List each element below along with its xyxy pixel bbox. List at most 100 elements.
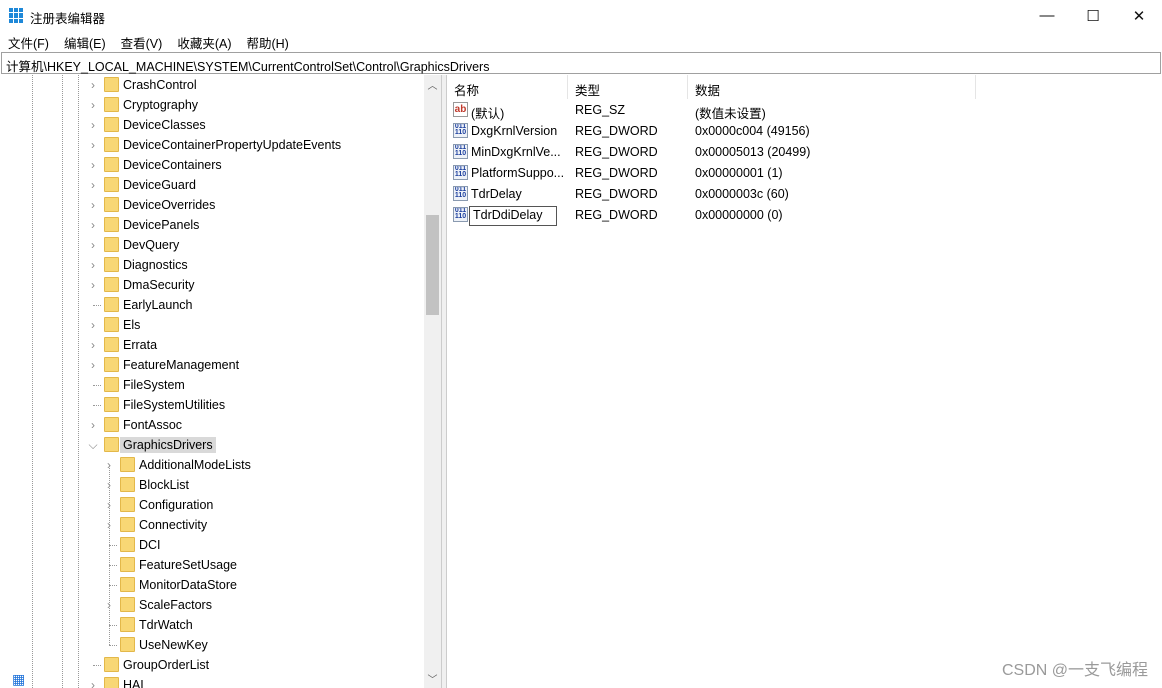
tree-node[interactable]: › Configuration	[0, 495, 424, 515]
folder-icon	[104, 297, 119, 312]
chevron-right-icon[interactable]: ›	[87, 178, 99, 192]
tree-node[interactable]: › DeviceClasses	[0, 115, 424, 135]
tree-node[interactable]: TdrWatch	[0, 615, 424, 635]
menu-file[interactable]: 文件(F)	[0, 31, 56, 51]
value-row[interactable]: 011 110 TdrDelay REG_DWORD 0x0000003c (60…	[447, 184, 1147, 205]
tree-node[interactable]: › DevQuery	[0, 235, 424, 255]
chevron-right-icon[interactable]: ›	[87, 258, 99, 272]
address-bar[interactable]: 计算机\HKEY_LOCAL_MACHINE\SYSTEM\CurrentCon…	[1, 52, 1161, 74]
folder-icon	[104, 317, 119, 332]
registry-editor-icon	[9, 8, 24, 23]
chevron-right-icon[interactable]: ›	[87, 198, 99, 212]
maximize-button[interactable]: ☐	[1070, 0, 1116, 31]
value-name: TdrDelay	[471, 187, 522, 201]
folder-icon	[104, 437, 119, 452]
tree-node-label: BlockList	[139, 478, 190, 492]
taskbar-start-icon[interactable]: ▦	[0, 668, 31, 688]
tree-node[interactable]: › DeviceOverrides	[0, 195, 424, 215]
tree-node-label: DeviceClasses	[123, 118, 206, 132]
value-name: DxgKrnlVersion	[471, 124, 558, 138]
chevron-right-icon[interactable]: ›	[87, 338, 99, 352]
column-header-name[interactable]: 名称	[447, 75, 568, 99]
chevron-down-icon[interactable]: ⌵	[87, 438, 99, 453]
tree-node[interactable]: FileSystem	[0, 375, 424, 395]
close-button[interactable]: ✕	[1116, 0, 1162, 31]
chevron-right-icon[interactable]: ›	[87, 98, 99, 112]
value-data: 0x00000001 (1)	[695, 166, 783, 180]
tree-node[interactable]: › DevicePanels	[0, 215, 424, 235]
folder-icon	[104, 77, 119, 92]
tree-node[interactable]: › AdditionalModeLists	[0, 455, 424, 475]
chevron-right-icon[interactable]: ›	[87, 78, 99, 92]
chevron-right-icon[interactable]: ›	[87, 278, 99, 292]
tree-node[interactable]: GroupOrderList	[0, 655, 424, 675]
folder-icon	[120, 477, 135, 492]
tree-node-label: Configuration	[139, 498, 214, 512]
chevron-right-icon[interactable]: ›	[87, 118, 99, 132]
tree-node-label: HAL	[123, 678, 148, 688]
tree-node[interactable]: › DmaSecurity	[0, 275, 424, 295]
chevron-right-icon[interactable]: ›	[87, 418, 99, 432]
tree-node[interactable]: › Diagnostics	[0, 255, 424, 275]
tree-node[interactable]: › Cryptography	[0, 95, 424, 115]
binary-value-icon: 011 110	[453, 207, 468, 222]
folder-icon	[104, 337, 119, 352]
value-row[interactable]: 011 110 MinDxgKrnlVe... REG_DWORD 0x00005…	[447, 142, 1147, 163]
tree-scrollbar[interactable]: ︿ ﹀	[424, 75, 441, 688]
scroll-down-icon[interactable]: ﹀	[424, 671, 441, 686]
menu-edit[interactable]: 编辑(E)	[56, 31, 113, 51]
folder-icon	[104, 197, 119, 212]
tree-node[interactable]: MonitorDataStore	[0, 575, 424, 595]
value-data: (数值未设置)	[695, 107, 766, 121]
tree-node[interactable]: › FontAssoc	[0, 415, 424, 435]
chevron-right-icon[interactable]: ›	[87, 158, 99, 172]
value-row[interactable]: 011 110 DxgKrnlVersion REG_DWORD 0x0000c0…	[447, 121, 1147, 142]
folder-icon	[104, 117, 119, 132]
scroll-thumb[interactable]	[426, 215, 439, 315]
tree-node[interactable]: EarlyLaunch	[0, 295, 424, 315]
tree-node[interactable]: › Els	[0, 315, 424, 335]
tree-node[interactable]: FileSystemUtilities	[0, 395, 424, 415]
menu-view[interactable]: 查看(V)	[113, 31, 170, 51]
chevron-right-icon[interactable]: ›	[87, 138, 99, 152]
tree-node[interactable]: › Connectivity	[0, 515, 424, 535]
values-list[interactable]: 名称 类型 数据 ab (默认) REG_SZ (数值未设置) 011 110 Dx…	[447, 75, 1162, 688]
watermark: CSDN @一支飞编程	[1001, 662, 1148, 679]
column-header-data[interactable]: 数据	[688, 75, 976, 99]
value-row[interactable]: 011 110 TdrDdiDelay REG_DWORD 0x00000000 …	[447, 205, 1147, 226]
scroll-up-icon[interactable]: ︿	[424, 77, 441, 92]
tree-node[interactable]: DCI	[0, 535, 424, 555]
window-title: 注册表编辑器	[30, 12, 106, 26]
tree-node[interactable]: › ScaleFactors	[0, 595, 424, 615]
chevron-right-icon[interactable]: ›	[87, 318, 99, 332]
tree-node[interactable]: UseNewKey	[0, 635, 424, 655]
menu-help[interactable]: 帮助(H)	[238, 31, 295, 51]
tree-node[interactable]: › BlockList	[0, 475, 424, 495]
tree-connector	[109, 585, 117, 586]
chevron-right-icon[interactable]: ›	[87, 238, 99, 252]
rename-input[interactable]: TdrDdiDelay	[469, 206, 557, 226]
tree-node[interactable]: › HAL	[0, 675, 424, 688]
tree-node[interactable]: FeatureSetUsage	[0, 555, 424, 575]
key-tree[interactable]: › CrashControl › Cryptography › DeviceClasses…	[0, 75, 441, 688]
chevron-right-icon[interactable]: ›	[87, 358, 99, 372]
tree-node[interactable]: › FeatureManagement	[0, 355, 424, 375]
minimize-button[interactable]: —	[1024, 0, 1070, 31]
tree-node[interactable]: ⌵ GraphicsDrivers	[0, 435, 424, 455]
binary-value-icon: 011 110	[453, 123, 468, 138]
chevron-right-icon[interactable]: ›	[87, 678, 99, 688]
value-type: REG_DWORD	[575, 145, 658, 159]
value-row[interactable]: 011 110 PlatformSuppo... REG_DWORD 0x0000…	[447, 163, 1147, 184]
value-row[interactable]: ab (默认) REG_SZ (数值未设置)	[447, 100, 1147, 121]
chevron-right-icon[interactable]: ›	[87, 218, 99, 232]
column-header-type[interactable]: 类型	[568, 75, 688, 99]
tree-node[interactable]: › DeviceContainerPropertyUpdateEvents	[0, 135, 424, 155]
tree-node[interactable]: › CrashControl	[0, 75, 424, 95]
tree-connector	[93, 305, 101, 306]
menu-bar: 文件(F) 编辑(E) 查看(V) 收藏夹(A) 帮助(H)	[0, 31, 296, 51]
tree-node[interactable]: › Errata	[0, 335, 424, 355]
tree-node[interactable]: › DeviceContainers	[0, 155, 424, 175]
menu-favorites[interactable]: 收藏夹(A)	[169, 31, 238, 51]
string-value-icon: ab	[453, 102, 468, 117]
tree-node[interactable]: › DeviceGuard	[0, 175, 424, 195]
